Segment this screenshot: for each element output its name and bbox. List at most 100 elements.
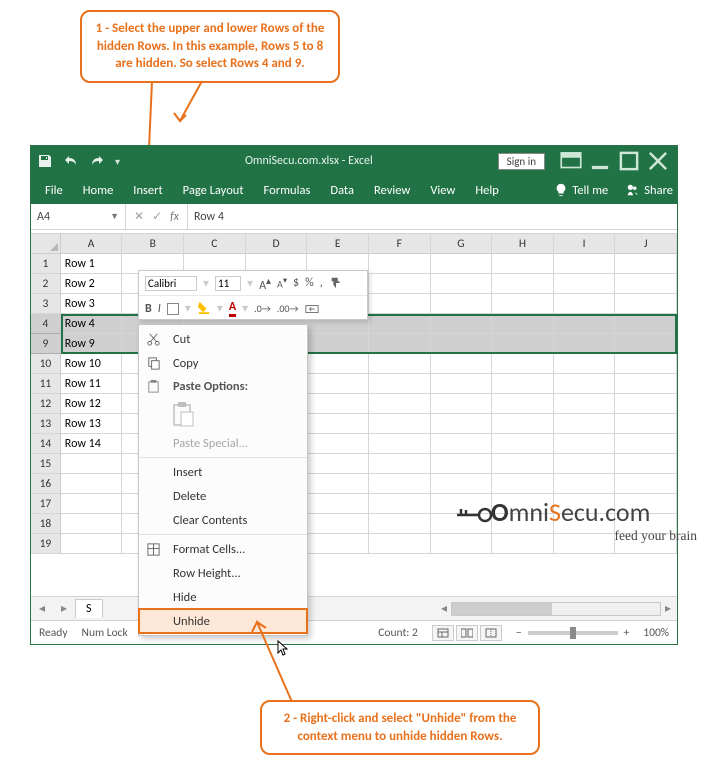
cell[interactable] xyxy=(307,394,369,414)
cell[interactable] xyxy=(307,434,369,454)
mt-merge-icon[interactable] xyxy=(305,302,319,316)
cell[interactable] xyxy=(369,474,431,494)
zoom-in-icon[interactable]: + xyxy=(624,626,630,640)
row-header[interactable]: 4 xyxy=(31,314,61,334)
row-header[interactable]: 10 xyxy=(31,354,61,374)
mt-bold-icon[interactable]: B xyxy=(145,302,152,316)
cell[interactable] xyxy=(431,254,493,274)
cell[interactable] xyxy=(61,454,123,474)
mt-border-icon[interactable] xyxy=(167,303,179,315)
ribbon-display-icon[interactable] xyxy=(558,150,584,172)
cell[interactable] xyxy=(492,454,554,474)
enter-formula-icon[interactable]: ✓ xyxy=(152,209,162,224)
col-G[interactable]: G xyxy=(431,234,493,254)
ctx-clear[interactable]: Clear Contents xyxy=(139,508,307,532)
table-row[interactable]: 13Row 13 xyxy=(31,414,677,434)
cell[interactable] xyxy=(369,294,431,314)
cell[interactable] xyxy=(554,374,616,394)
mt-decimal-dec-icon[interactable]: .0→ xyxy=(254,302,271,315)
tab-formulas[interactable]: Formulas xyxy=(254,178,321,203)
redo-icon[interactable] xyxy=(89,153,105,169)
tab-insert[interactable]: Insert xyxy=(123,178,172,203)
col-E[interactable]: E xyxy=(307,234,369,254)
cell[interactable] xyxy=(369,334,431,354)
mt-fontcolor-icon[interactable]: A xyxy=(229,300,236,317)
col-A[interactable]: A xyxy=(61,234,123,254)
tab-data[interactable]: Data xyxy=(320,178,364,203)
cell[interactable] xyxy=(307,514,369,534)
cell[interactable] xyxy=(554,434,616,454)
table-row[interactable]: 9Row 9 xyxy=(31,334,677,354)
mt-comma-icon[interactable]: , xyxy=(320,276,323,290)
name-box-dropdown-icon[interactable]: ▼ xyxy=(110,211,119,222)
fx-icon[interactable]: fx xyxy=(170,210,179,224)
cell[interactable] xyxy=(554,334,616,354)
mt-decimal-inc-icon[interactable]: .00→ xyxy=(277,302,299,315)
cell[interactable] xyxy=(431,294,493,314)
cell[interactable]: Row 10 xyxy=(61,354,123,374)
tab-review[interactable]: Review xyxy=(364,178,420,203)
cell[interactable] xyxy=(554,414,616,434)
row-header[interactable]: 18 xyxy=(31,514,61,534)
close-icon[interactable] xyxy=(645,150,671,172)
cell[interactable] xyxy=(431,314,493,334)
cell[interactable] xyxy=(307,334,369,354)
cell[interactable] xyxy=(615,354,677,374)
cell[interactable] xyxy=(615,254,677,274)
cell[interactable] xyxy=(492,274,554,294)
cell[interactable] xyxy=(554,354,616,374)
table-row[interactable]: 11Row 11 xyxy=(31,374,677,394)
cell[interactable] xyxy=(554,454,616,474)
cell[interactable] xyxy=(492,434,554,454)
cell[interactable] xyxy=(492,254,554,274)
ctx-formatcells[interactable]: Format Cells... xyxy=(139,537,307,561)
cell[interactable] xyxy=(492,294,554,314)
cell[interactable]: Row 3 xyxy=(61,294,123,314)
share-label[interactable]: Share xyxy=(644,183,673,198)
cell[interactable] xyxy=(492,414,554,434)
row-header[interactable]: 14 xyxy=(31,434,61,454)
cell[interactable] xyxy=(431,394,493,414)
sheet-nav-prev[interactable]: ◂ xyxy=(31,601,53,616)
maximize-icon[interactable] xyxy=(616,150,642,172)
hscroll-thumb[interactable] xyxy=(452,603,552,615)
col-F[interactable]: F xyxy=(369,234,431,254)
cell[interactable] xyxy=(615,334,677,354)
sheet-nav-next[interactable]: ▸ xyxy=(53,601,75,616)
col-D[interactable]: D xyxy=(246,234,308,254)
cell[interactable] xyxy=(369,514,431,534)
cell[interactable] xyxy=(492,474,554,494)
row-header[interactable]: 16 xyxy=(31,474,61,494)
cell[interactable] xyxy=(307,474,369,494)
cell[interactable] xyxy=(61,514,123,534)
cell[interactable] xyxy=(431,374,493,394)
cell[interactable]: Row 9 xyxy=(61,334,123,354)
mt-italic-icon[interactable]: I xyxy=(158,302,161,316)
row-header[interactable]: 19 xyxy=(31,534,61,554)
mt-formatpainter-icon[interactable] xyxy=(329,276,343,290)
mt-growfont-icon[interactable]: A▴ xyxy=(259,274,271,293)
mt-fontsize[interactable] xyxy=(215,276,241,291)
tab-help[interactable]: Help xyxy=(465,178,508,203)
cell[interactable] xyxy=(369,414,431,434)
cell[interactable] xyxy=(307,494,369,514)
cell[interactable] xyxy=(369,354,431,374)
cell[interactable] xyxy=(615,414,677,434)
tab-pagelayout[interactable]: Page Layout xyxy=(173,178,254,203)
cell[interactable] xyxy=(307,374,369,394)
cell[interactable] xyxy=(369,394,431,414)
cell[interactable]: Row 14 xyxy=(61,434,123,454)
zoom-out-icon[interactable]: − xyxy=(516,626,522,640)
cell[interactable] xyxy=(369,534,431,554)
row-header[interactable]: 17 xyxy=(31,494,61,514)
cell[interactable] xyxy=(431,434,493,454)
cell[interactable] xyxy=(554,274,616,294)
row-header[interactable]: 12 xyxy=(31,394,61,414)
row-header[interactable]: 15 xyxy=(31,454,61,474)
table-row[interactable]: 16 xyxy=(31,474,677,494)
mt-shrinkfont-icon[interactable]: A▾ xyxy=(277,275,287,290)
cell[interactable] xyxy=(554,254,616,274)
cell[interactable] xyxy=(492,314,554,334)
cell[interactable] xyxy=(431,474,493,494)
select-all-corner[interactable] xyxy=(31,234,61,254)
